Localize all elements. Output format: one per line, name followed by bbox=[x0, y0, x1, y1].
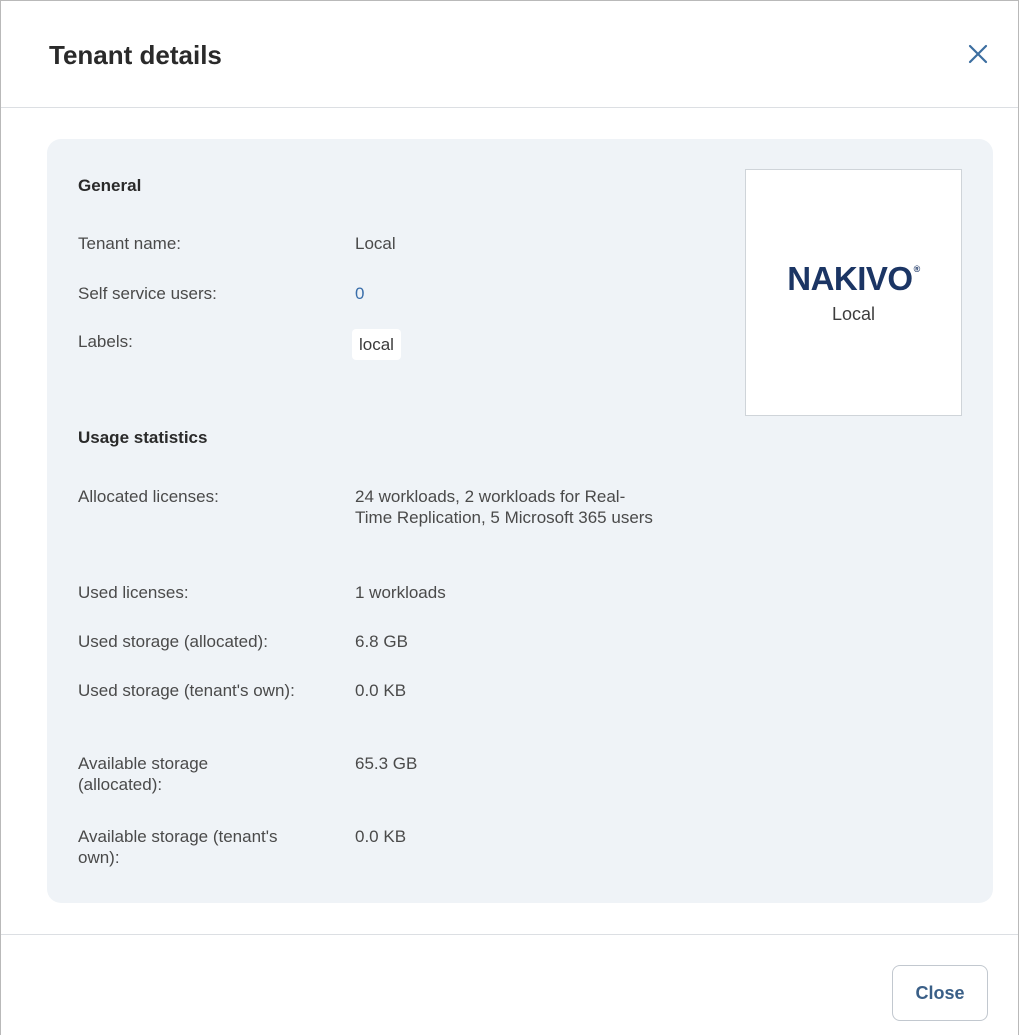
allocated-licenses-value: 24 workloads, 2 workloads for Real-Time … bbox=[355, 487, 653, 527]
labels-label: Labels: bbox=[78, 332, 133, 351]
usage-section-title: Usage statistics bbox=[78, 428, 208, 447]
used-licenses-label: Used licenses: bbox=[78, 583, 189, 602]
available-storage-own-label: Available storage (tenant's own): bbox=[78, 827, 278, 867]
allocated-licenses-label: Allocated licenses: bbox=[78, 487, 219, 506]
logo-subtitle: Local bbox=[831, 304, 876, 324]
close-icon[interactable] bbox=[966, 42, 990, 66]
tenant-logo: NAKIVO® Local bbox=[745, 169, 962, 416]
nakivo-logo: NAKIVO® bbox=[787, 260, 920, 297]
available-storage-allocated-label: Available storage (allocated): bbox=[78, 754, 209, 794]
tenant-name-value: Local bbox=[355, 234, 396, 253]
footer-divider bbox=[1, 934, 1018, 935]
dialog-title: Tenant details bbox=[49, 40, 222, 70]
tenant-name-label: Tenant name: bbox=[78, 234, 182, 253]
self-service-users-link[interactable]: 0 bbox=[355, 283, 675, 304]
details-panel: General Tenant name: Local Self service … bbox=[47, 139, 993, 903]
used-storage-own-value: 0.0 KB bbox=[355, 681, 407, 700]
dialog-header: Tenant details bbox=[1, 1, 1018, 108]
used-storage-allocated-label: Used storage (allocated): bbox=[78, 632, 268, 651]
general-section-title: General bbox=[78, 176, 142, 195]
available-storage-own-value: 0.0 KB bbox=[355, 827, 407, 846]
available-storage-allocated-value: 65.3 GB bbox=[355, 754, 418, 773]
used-storage-allocated-value: 6.8 GB bbox=[355, 632, 408, 651]
self-service-users-label: Self service users: bbox=[78, 284, 217, 303]
close-button[interactable]: Close bbox=[892, 965, 988, 1021]
label-tag: local bbox=[352, 329, 401, 360]
used-storage-own-label: Used storage (tenant's own): bbox=[78, 681, 295, 700]
used-licenses-value: 1 workloads bbox=[355, 583, 446, 602]
tenant-details-dialog: Tenant details General Tenant name: Loca… bbox=[0, 0, 1019, 1035]
